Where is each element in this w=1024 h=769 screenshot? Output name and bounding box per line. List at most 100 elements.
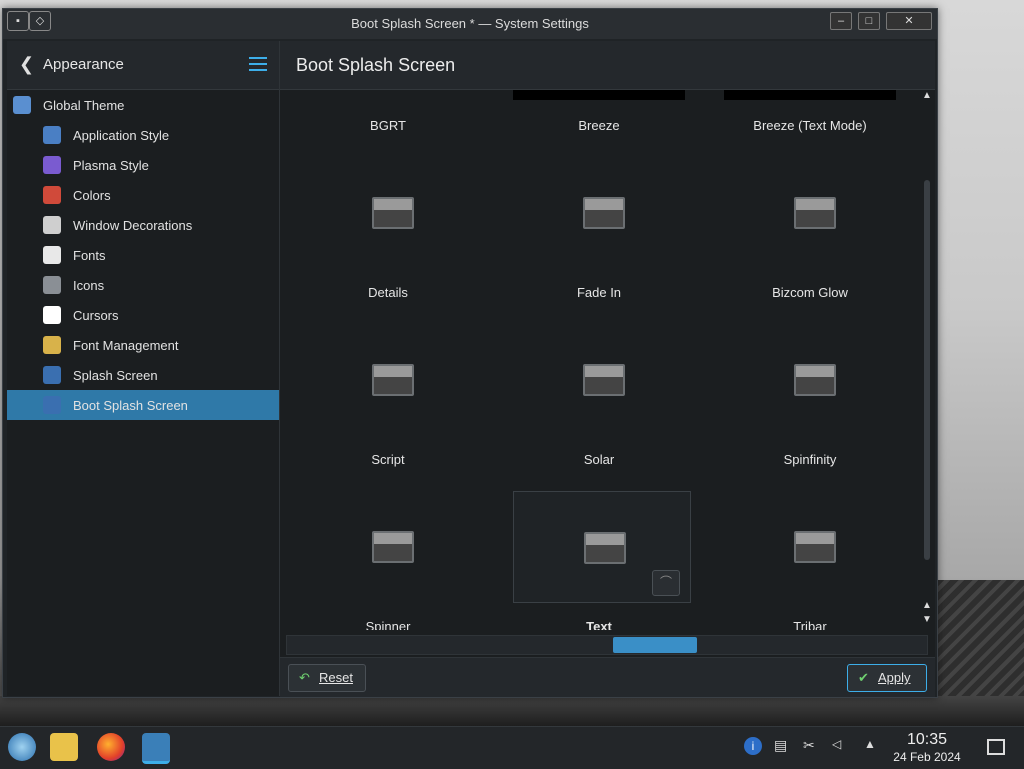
close-button[interactable]: ✕ (886, 12, 932, 30)
sidebar-item-label: Colors (73, 188, 111, 203)
theme-label: BGRT (370, 118, 406, 133)
minimize-button[interactable]: – (830, 12, 852, 30)
hamburger-menu-icon[interactable] (249, 57, 267, 71)
taskbar: i ▤ ✂ ◁ ▲ 10:35 24 Feb 2024 (0, 726, 1024, 769)
image-placeholder-icon (794, 531, 836, 563)
image-placeholder-icon (372, 531, 414, 563)
horizontal-scrollbar[interactable] (286, 635, 928, 655)
file-manager-icon[interactable] (50, 733, 78, 761)
title-bar[interactable]: ▪ ◇ Boot Splash Screen * — System Settin… (3, 9, 937, 39)
footer-bar: ↶ Reset ✔ Apply (280, 657, 935, 697)
theme-tile[interactable]: Bizcom Glow (702, 257, 878, 417)
sidebar-item[interactable]: Plasma Style (7, 150, 279, 180)
sidebar-item-label: Splash Screen (73, 368, 158, 383)
clipboard-icon[interactable]: ▤ (774, 737, 787, 754)
colors-icon (43, 186, 61, 204)
sidebar-item[interactable]: Cursors (7, 300, 279, 330)
scrollbar-thumb[interactable] (924, 180, 930, 560)
global-theme-icon (13, 96, 31, 114)
clock-date: 24 Feb 2024 (893, 750, 961, 764)
scroll-down-icon[interactable]: ▼ (921, 614, 933, 625)
theme-label: Tribar (793, 619, 827, 630)
scroll-up-icon[interactable]: ▲ (921, 600, 933, 611)
theme-grid-viewport[interactable]: BGRT Breeze Breeze (Text Mode) Details Fade … (280, 90, 920, 630)
sidebar-header: ❮ Appearance (7, 41, 279, 90)
volume-icon[interactable]: ◁ (832, 737, 841, 751)
plasma-style-icon (43, 156, 61, 174)
apply-button[interactable]: ✔ Apply (847, 664, 927, 692)
theme-preview[interactable] (724, 491, 900, 601)
theme-tile[interactable]: Spinfinity (702, 424, 878, 584)
sidebar-item[interactable]: Font Management (7, 330, 279, 360)
expand-tray-icon[interactable]: ▲ (864, 737, 876, 751)
theme-tile[interactable]: Breeze (491, 90, 667, 250)
theme-preview[interactable]: ⌒ (513, 491, 691, 603)
icons-icon (43, 276, 61, 294)
splash-screen-icon (43, 366, 61, 384)
theme-preview[interactable] (302, 491, 478, 601)
theme-label: Text (586, 619, 612, 630)
theme-label: Breeze (Text Mode) (753, 118, 867, 133)
sidebar-item[interactable]: Global Theme (7, 90, 279, 120)
theme-preview[interactable] (302, 324, 478, 434)
theme-tile[interactable]: Text (491, 591, 667, 630)
cursors-icon (43, 306, 61, 324)
sidebar-item[interactable]: Colors (7, 180, 279, 210)
vertical-scrollbar[interactable]: ▲ ▲ ▼ (921, 90, 933, 630)
theme-preview[interactable] (513, 324, 689, 434)
scroll-up-icon[interactable]: ▲ (921, 90, 933, 101)
application-style-icon (43, 126, 61, 144)
show-desktop-icon[interactable] (987, 739, 1005, 755)
theme-tile[interactable]: Breeze (Text Mode) (702, 90, 878, 250)
theme-tile[interactable]: Script (280, 424, 456, 584)
back-arrow-icon[interactable]: ❮ (19, 54, 34, 75)
application-launcher-icon[interactable] (8, 733, 36, 761)
sidebar-item[interactable]: Icons (7, 270, 279, 300)
theme-tile[interactable]: Spinner (280, 591, 456, 630)
theme-tile[interactable]: Solar ⌒ (491, 424, 691, 603)
sidebar-back-label[interactable]: Appearance (43, 56, 124, 73)
system-settings-window: ▪ ◇ Boot Splash Screen * — System Settin… (2, 8, 938, 698)
clock-time: 10:35 (906, 731, 948, 748)
sidebar-item[interactable]: Boot Splash Screen (7, 390, 279, 420)
image-placeholder-icon (372, 364, 414, 396)
theme-tile[interactable]: Details (280, 257, 456, 417)
theme-label: Solar (583, 452, 615, 467)
theme-label: Breeze (578, 118, 620, 133)
reset-button[interactable]: ↶ Reset (288, 664, 366, 692)
reset-icon: ↶ (299, 670, 310, 685)
apply-label: Apply (878, 670, 911, 685)
sidebar-item-label: Font Management (73, 338, 179, 353)
digital-clock[interactable]: 10:35 24 Feb 2024 (890, 731, 964, 764)
theme-label: Script (371, 452, 405, 467)
theme-preview[interactable] (513, 157, 689, 267)
sidebar-item-label: Global Theme (43, 98, 125, 113)
sidebar-list: Global Theme Application Style Plasma Styl… (7, 90, 279, 420)
sidebar-item[interactable]: Fonts (7, 240, 279, 270)
theme-tile[interactable]: BGRT (280, 90, 456, 250)
maximize-button[interactable]: □ (858, 12, 880, 30)
sidebar-item[interactable]: Splash Screen (7, 360, 279, 390)
theme-label: Details (368, 285, 408, 300)
theme-label: Spinner (365, 619, 411, 630)
sidebar: ❮ Appearance Global Theme Application Sty… (7, 41, 280, 696)
sidebar-item[interactable]: Application Style (7, 120, 279, 150)
theme-preview[interactable] (724, 324, 900, 434)
sidebar-item-label: Window Decorations (73, 218, 193, 233)
theme-label: Bizcom Glow (772, 285, 848, 300)
page-title: Boot Splash Screen (296, 55, 456, 75)
scissors-icon[interactable]: ✂ (803, 737, 815, 754)
sidebar-item-label: Boot Splash Screen (73, 398, 188, 413)
image-placeholder-icon (372, 197, 414, 229)
system-settings-icon[interactable] (142, 733, 170, 764)
sidebar-item-label: Cursors (73, 308, 119, 323)
sidebar-item[interactable]: Window Decorations (7, 210, 279, 240)
firefox-icon[interactable] (97, 733, 125, 761)
horizontal-scrollbar-thumb[interactable] (613, 637, 697, 653)
sidebar-item-label: Fonts (73, 248, 106, 263)
info-icon[interactable]: i (744, 737, 762, 755)
theme-preview[interactable] (724, 157, 900, 267)
theme-tile[interactable]: Tribar (702, 591, 878, 630)
theme-tile[interactable]: Fade In (491, 257, 667, 417)
theme-preview[interactable] (302, 157, 478, 267)
